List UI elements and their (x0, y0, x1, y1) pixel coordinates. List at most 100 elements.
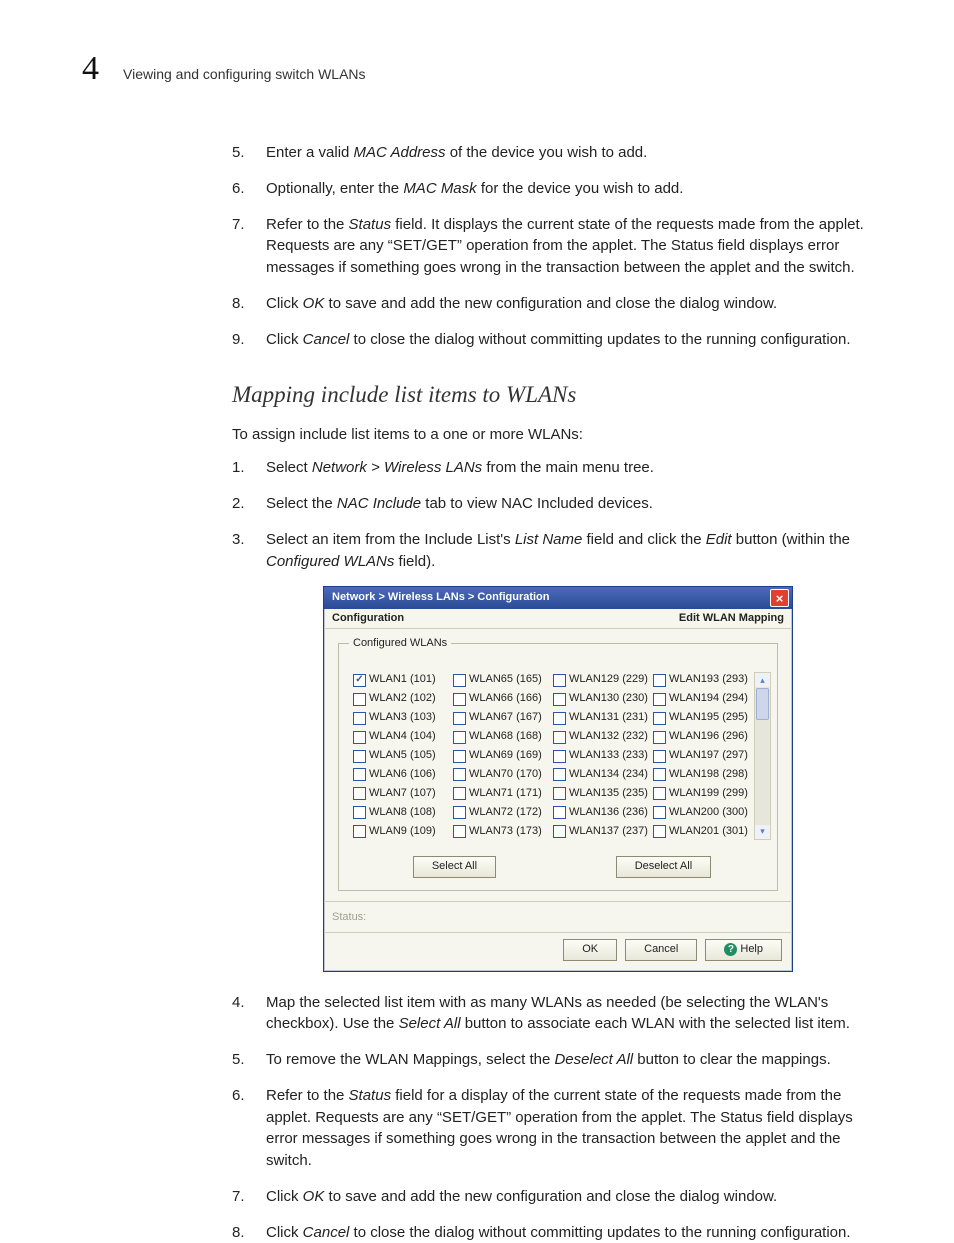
close-icon[interactable]: × (770, 589, 789, 607)
configured-wlans-fieldset: Configured WLANs WLAN1 (101)WLAN65 (165)… (338, 643, 778, 890)
wlan-checkbox-item[interactable]: WLAN1 (101) (353, 672, 451, 688)
wlan-checkbox-item[interactable]: WLAN130 (230) (553, 691, 651, 707)
checkbox-icon[interactable] (453, 825, 466, 838)
checkbox-icon[interactable] (553, 825, 566, 838)
wlan-checkbox-item[interactable]: WLAN201 (301) (653, 824, 751, 840)
ok-button[interactable]: OK (563, 939, 617, 961)
checkbox-icon[interactable] (553, 693, 566, 706)
wlan-checkbox-item[interactable]: WLAN193 (293) (653, 672, 751, 688)
select-all-button[interactable]: Select All (413, 856, 496, 878)
checkbox-icon[interactable] (553, 712, 566, 725)
wlan-checkbox-item[interactable]: WLAN135 (235) (553, 786, 651, 802)
wlan-checkbox-item[interactable]: WLAN3 (103) (353, 710, 451, 726)
wlan-checkbox-item[interactable]: WLAN69 (169) (453, 748, 551, 764)
wlan-checkbox-item[interactable]: WLAN200 (300) (653, 805, 751, 821)
checkbox-icon[interactable] (353, 731, 366, 744)
checkbox-icon[interactable] (353, 712, 366, 725)
wlan-checkbox-item[interactable]: WLAN194 (294) (653, 691, 751, 707)
checkbox-icon[interactable] (453, 787, 466, 800)
checkbox-icon[interactable] (353, 768, 366, 781)
steps-list-top: 5.Enter a valid MAC Address of the devic… (232, 142, 884, 350)
checkbox-icon[interactable] (453, 712, 466, 725)
wlan-checkbox-item[interactable]: WLAN70 (170) (453, 767, 551, 783)
wlan-checkbox-item[interactable]: WLAN5 (105) (353, 748, 451, 764)
config-label: Configuration (332, 611, 404, 627)
checkbox-icon[interactable] (653, 806, 666, 819)
checkbox-icon[interactable] (553, 787, 566, 800)
wlan-checkbox-item[interactable]: WLAN134 (234) (553, 767, 651, 783)
wlan-checkbox-item[interactable]: WLAN132 (232) (553, 729, 651, 745)
wlan-label: WLAN7 (107) (369, 786, 436, 802)
wlan-checkbox-item[interactable]: WLAN9 (109) (353, 824, 451, 840)
checkbox-icon[interactable] (653, 693, 666, 706)
scroll-thumb[interactable] (756, 688, 769, 720)
checkbox-icon[interactable] (653, 825, 666, 838)
checkbox-icon[interactable] (553, 674, 566, 687)
checkbox-icon[interactable] (453, 750, 466, 763)
dialog-subheader: Configuration Edit WLAN Mapping (324, 609, 792, 629)
wlan-checkbox-item[interactable]: WLAN129 (229) (553, 672, 651, 688)
checkbox-icon[interactable] (553, 731, 566, 744)
checkbox-icon[interactable] (453, 806, 466, 819)
scroll-up-icon[interactable]: ▴ (755, 673, 770, 687)
step-item: 5.To remove the WLAN Mappings, select th… (232, 1049, 884, 1071)
scrollbar-vertical[interactable]: ▴ ▾ (754, 672, 771, 839)
checkbox-icon[interactable] (453, 768, 466, 781)
checkbox-icon[interactable] (553, 768, 566, 781)
wlan-checkbox-item[interactable]: WLAN67 (167) (453, 710, 551, 726)
checkbox-icon[interactable] (653, 768, 666, 781)
checkbox-icon[interactable] (653, 674, 666, 687)
checkbox-icon[interactable] (653, 731, 666, 744)
wlan-checkbox-item[interactable]: WLAN66 (166) (453, 691, 551, 707)
step-item: 6.Optionally, enter the MAC Mask for the… (232, 178, 884, 200)
checkbox-icon[interactable] (653, 787, 666, 800)
checkbox-icon[interactable] (453, 731, 466, 744)
checkbox-icon[interactable] (553, 750, 566, 763)
status-field: Status: (324, 901, 792, 932)
wlan-checkbox-item[interactable]: WLAN4 (104) (353, 729, 451, 745)
wlan-checkbox-item[interactable]: WLAN73 (173) (453, 824, 551, 840)
wlan-checkbox-item[interactable]: WLAN131 (231) (553, 710, 651, 726)
step-item: 7.Click OK to save and add the new confi… (232, 1186, 884, 1208)
checkbox-icon[interactable] (553, 806, 566, 819)
checkbox-icon[interactable] (453, 693, 466, 706)
checkbox-icon[interactable] (653, 712, 666, 725)
wlan-checkbox-item[interactable]: WLAN72 (172) (453, 805, 551, 821)
wlan-checkbox-item[interactable]: WLAN199 (299) (653, 786, 751, 802)
cancel-button[interactable]: Cancel (625, 939, 697, 961)
wlan-checkbox-item[interactable]: WLAN196 (296) (653, 729, 751, 745)
page-header: 4 Viewing and configuring switch WLANs (82, 50, 884, 88)
wlan-checkbox-item[interactable]: WLAN71 (171) (453, 786, 551, 802)
checkbox-icon[interactable] (353, 825, 366, 838)
steps-list-bottom: 4.Map the selected list item with as man… (232, 992, 884, 1243)
checkbox-icon[interactable] (353, 674, 366, 687)
wlan-checkbox-item[interactable]: WLAN7 (107) (353, 786, 451, 802)
wlan-checkbox-item[interactable]: WLAN68 (168) (453, 729, 551, 745)
help-label: Help (740, 943, 763, 955)
checkbox-icon[interactable] (353, 750, 366, 763)
checkbox-icon[interactable] (453, 674, 466, 687)
wlan-checkbox-item[interactable]: WLAN195 (295) (653, 710, 751, 726)
wlan-label: WLAN196 (296) (669, 729, 748, 745)
wlan-label: WLAN198 (298) (669, 767, 748, 783)
checkbox-icon[interactable] (653, 750, 666, 763)
wlan-checkbox-item[interactable]: WLAN65 (165) (453, 672, 551, 688)
checkbox-icon[interactable] (353, 787, 366, 800)
step-item: 7.Refer to the Status field. It displays… (232, 214, 884, 279)
wlan-checkbox-item[interactable]: WLAN2 (102) (353, 691, 451, 707)
scroll-down-icon[interactable]: ▾ (755, 825, 770, 839)
checkbox-icon[interactable] (353, 806, 366, 819)
step-item: 4.Map the selected list item with as man… (232, 992, 884, 1036)
help-button[interactable]: ?Help (705, 939, 782, 961)
wlan-checkbox-item[interactable]: WLAN137 (237) (553, 824, 651, 840)
wlan-checkbox-item[interactable]: WLAN197 (297) (653, 748, 751, 764)
wlan-checkbox-item[interactable]: WLAN133 (233) (553, 748, 651, 764)
wlan-checkbox-item[interactable]: WLAN6 (106) (353, 767, 451, 783)
wlan-checkbox-item[interactable]: WLAN198 (298) (653, 767, 751, 783)
wlan-label: WLAN9 (109) (369, 824, 436, 840)
checkbox-icon[interactable] (353, 693, 366, 706)
wlan-label: WLAN70 (170) (469, 767, 542, 783)
deselect-all-button[interactable]: Deselect All (616, 856, 711, 878)
wlan-checkbox-item[interactable]: WLAN136 (236) (553, 805, 651, 821)
wlan-checkbox-item[interactable]: WLAN8 (108) (353, 805, 451, 821)
